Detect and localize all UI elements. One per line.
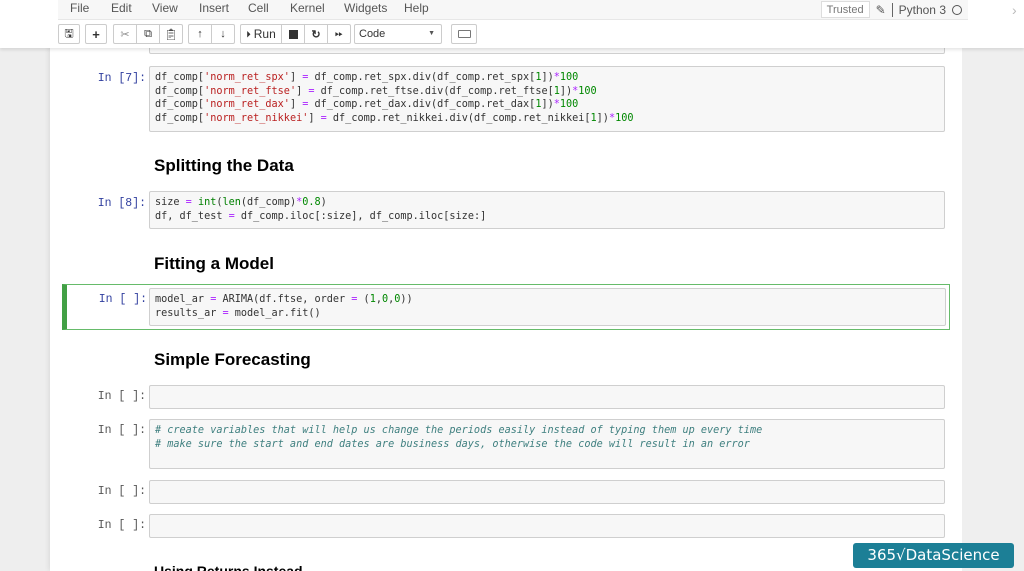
cut-icon: ✂: [120, 28, 130, 41]
cell-prompt: In [ ]:: [97, 485, 146, 498]
chevron-right-icon[interactable]: ›: [1012, 2, 1017, 18]
code-cell-input[interactable]: size = int(len(df_comp)*0.8) df, df_test…: [149, 191, 945, 229]
restart-button[interactable]: ↻: [304, 24, 328, 44]
move-up-icon: ↑: [197, 28, 203, 40]
notebook-header: File Edit View Insert Cell Kernel Widget…: [0, 0, 1024, 48]
kernel-idle-icon: [952, 4, 962, 15]
fast-forward-icon: ⏩︎: [335, 28, 343, 40]
markdown-heading: Using Returns Instead: [154, 563, 303, 571]
restart-run-all-button[interactable]: ⏩︎: [327, 24, 351, 44]
restart-icon: ↻: [311, 28, 321, 41]
cell-prompt: In [ ]:: [98, 293, 147, 306]
code-cell: In [ ]:: [62, 385, 950, 409]
menu-kernel[interactable]: Kernel: [290, 1, 325, 15]
markdown-heading: Fitting a Model: [154, 254, 274, 273]
code-cell-input[interactable]: [149, 480, 945, 504]
save-button[interactable]: 🖫: [58, 24, 80, 44]
cell-type-value: Code: [359, 28, 386, 40]
scrollbar-track[interactable]: [962, 48, 1020, 571]
cell-prompt: In [8]:: [97, 197, 146, 210]
code-cell-input[interactable]: # create variables that will help us cha…: [149, 419, 945, 469]
kernel-separator: [891, 2, 893, 17]
copy-button[interactable]: ⧉: [136, 24, 160, 44]
move-up-button[interactable]: ↑: [188, 24, 212, 44]
code-comment-line: # make sure the start and end dates are …: [155, 438, 750, 450]
code-cell-input[interactable]: [149, 385, 945, 409]
run-button[interactable]: ⏵︎ Run: [240, 24, 282, 44]
code-cell-selected[interactable]: In [ ]: model_ar = ARIMA(df.ftse, order …: [62, 284, 950, 330]
add-cell-icon: +: [92, 26, 100, 42]
code-line: model_ar = ARIMA(df.ftse, order = (1,0,0…: [155, 294, 413, 305]
command-palette-button[interactable]: [451, 24, 477, 44]
code-line: size = int(len(df_comp)*0.8): [155, 197, 327, 208]
menu-help[interactable]: Help: [404, 1, 429, 15]
keyboard-icon: [457, 30, 471, 38]
menu-edit[interactable]: Edit: [111, 1, 132, 15]
trusted-badge[interactable]: Trusted: [820, 1, 870, 18]
menu-widgets[interactable]: Widgets: [344, 1, 387, 15]
code-cell-input[interactable]: [149, 514, 945, 538]
code-line: df_comp['norm_ret_spx'] = df_comp.ret_sp…: [155, 72, 579, 83]
run-label: Run: [253, 27, 276, 41]
code-cell-input[interactable]: model_ar = ARIMA(df.ftse, order = (1,0,0…: [149, 288, 946, 326]
menubar: File Edit View Insert Cell Kernel Widget…: [58, 0, 968, 20]
code-cell-input[interactable]: df_comp['norm_ret_spx'] = df_comp.ret_sp…: [149, 66, 945, 132]
code-cell: In [ ]:: [62, 480, 950, 504]
copy-icon: ⧉: [144, 27, 152, 40]
caret-down-icon: ▼: [428, 30, 435, 37]
run-icon: ⏵︎: [246, 28, 251, 39]
cell-prompt: In [7]:: [97, 72, 146, 85]
menu-view[interactable]: View: [152, 1, 178, 15]
code-line: df_comp['norm_ret_nikkei'] = df_comp.ret…: [155, 112, 634, 124]
paste-icon: 📋︎: [164, 28, 178, 41]
stop-icon: [288, 29, 298, 39]
move-down-button[interactable]: ↓: [211, 24, 235, 44]
paste-button[interactable]: 📋︎: [159, 24, 183, 44]
cell-prompt: In [ ]:: [97, 390, 146, 403]
code-line: results_ar = model_ar.fit(): [155, 307, 321, 319]
code-line: df_comp['norm_ret_ftse'] = df_comp.ret_f…: [155, 85, 597, 97]
code-cell: In [7]: df_comp['norm_ret_spx'] = df_com…: [62, 66, 950, 132]
kernel-name: Python 3: [898, 2, 946, 17]
code-cell: In [ ]: # create variables that will hel…: [62, 419, 950, 469]
menu-cell[interactable]: Cell: [248, 1, 269, 15]
menu-insert[interactable]: Insert: [199, 1, 229, 15]
add-cell-button[interactable]: +: [85, 24, 107, 44]
move-down-icon: ↓: [220, 28, 226, 40]
code-comment-line: # create variables that will help us cha…: [155, 425, 763, 436]
menu-file[interactable]: File: [70, 1, 89, 15]
brand-watermark: 365√DataScience: [853, 543, 1014, 568]
markdown-heading: Splitting the Data: [154, 156, 294, 175]
code-cell: In [ ]:: [62, 514, 950, 538]
save-icon: 🖫: [64, 27, 74, 40]
interrupt-button[interactable]: [281, 24, 305, 44]
code-line: df, df_test = df_comp.iloc[:size], df_co…: [155, 210, 487, 222]
cell-prompt: In [ ]:: [97, 519, 146, 532]
markdown-heading: Simple Forecasting: [154, 350, 311, 369]
cell-prompt: In [ ]:: [97, 424, 146, 437]
kernel-indicator: Trusted ✎ Python 3: [820, 0, 968, 19]
cell-type-select[interactable]: Code ▼: [354, 24, 442, 44]
code-cell: In [8]: size = int(len(df_comp)*0.8) df,…: [62, 191, 950, 229]
pencil-icon[interactable]: ✎: [876, 3, 886, 17]
code-line: df_comp['norm_ret_dax'] = df_comp.ret_da…: [155, 99, 579, 111]
cut-button[interactable]: ✂: [113, 24, 137, 44]
